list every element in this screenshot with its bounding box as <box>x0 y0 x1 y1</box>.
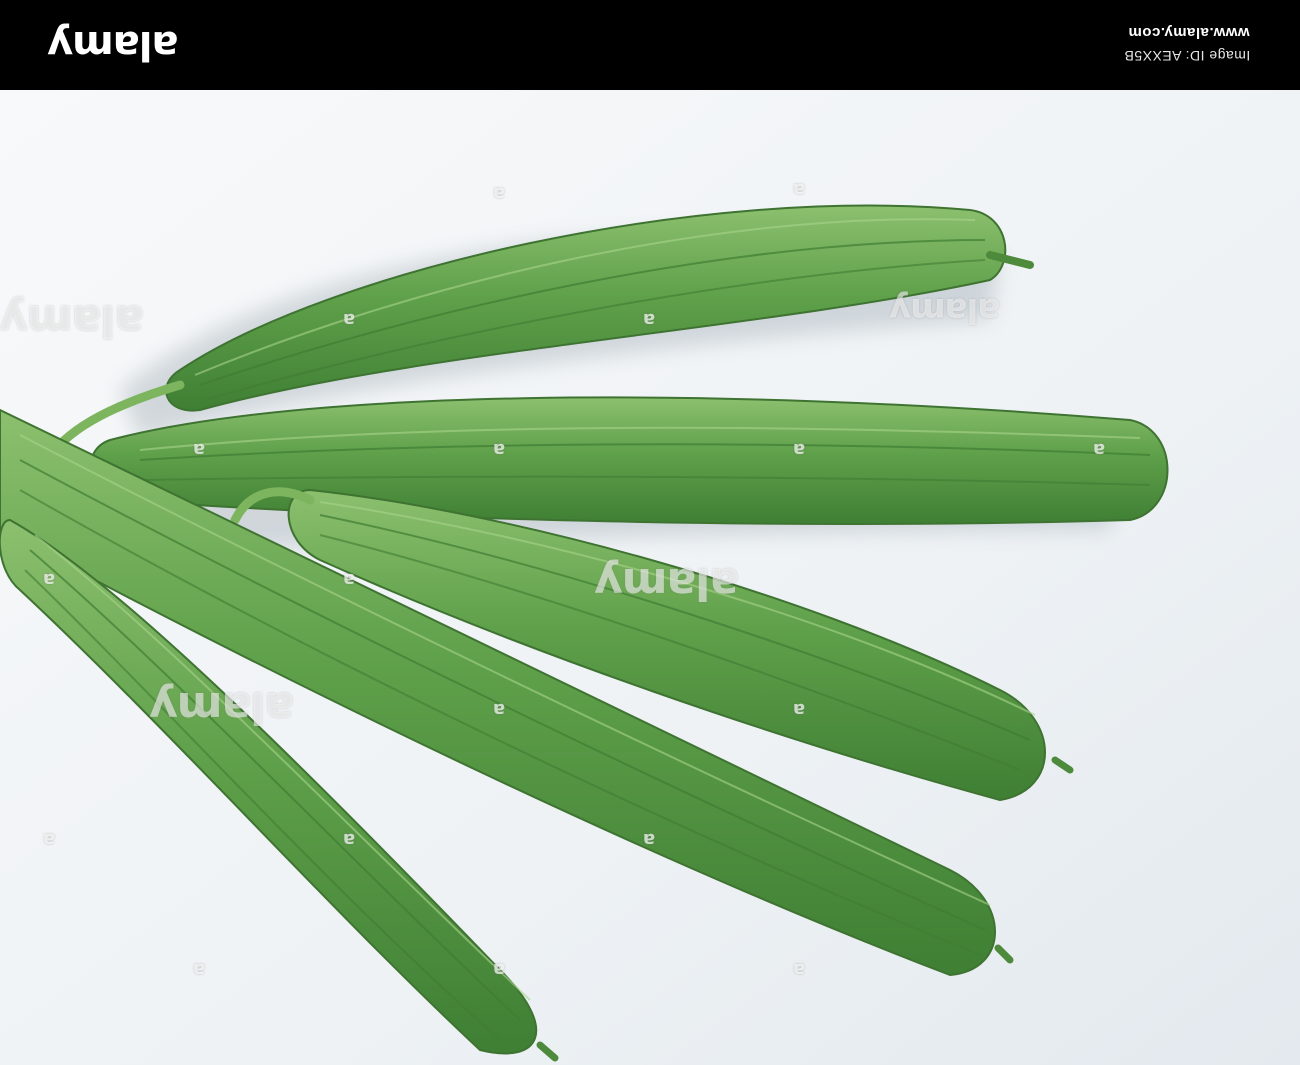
watermark-text: alamy <box>595 558 739 609</box>
site-url: www.alamy.com <box>1128 24 1250 41</box>
watermark-mark: a <box>792 699 806 720</box>
watermark-mark: a <box>42 569 56 590</box>
watermark-mark: a <box>42 829 56 850</box>
watermark-mark: a <box>792 439 806 460</box>
watermark-mark: a <box>792 179 806 200</box>
watermark-text: alamy <box>0 295 144 346</box>
watermark-mark: a <box>642 829 656 850</box>
watermark-mark: a <box>492 183 506 204</box>
watermark-mark: a <box>192 439 206 460</box>
watermark-mark: a <box>492 699 506 720</box>
watermark-banner: alamy www.alamy.com Image ID: AEXX5B <box>0 0 1300 90</box>
watermark-mark: a <box>492 439 506 460</box>
alamy-logo: alamy <box>48 22 179 68</box>
watermark-mark: a <box>492 959 506 980</box>
image-id-label: Image ID: AEXX5B <box>1123 48 1250 64</box>
watermark-mark: a <box>342 829 356 850</box>
luffa-photo: alamy alamy alamy alamy a a a a a a a a … <box>0 90 1300 1065</box>
watermark-mark: a <box>642 309 656 330</box>
watermark-text: alamy <box>890 290 1001 330</box>
watermark-mark: a <box>342 569 356 590</box>
watermark-text: alamy <box>150 682 294 733</box>
watermark-mark: a <box>342 309 356 330</box>
watermark-mark: a <box>1092 439 1106 460</box>
watermark-mark: a <box>192 959 206 980</box>
watermark-mark: a <box>792 959 806 980</box>
